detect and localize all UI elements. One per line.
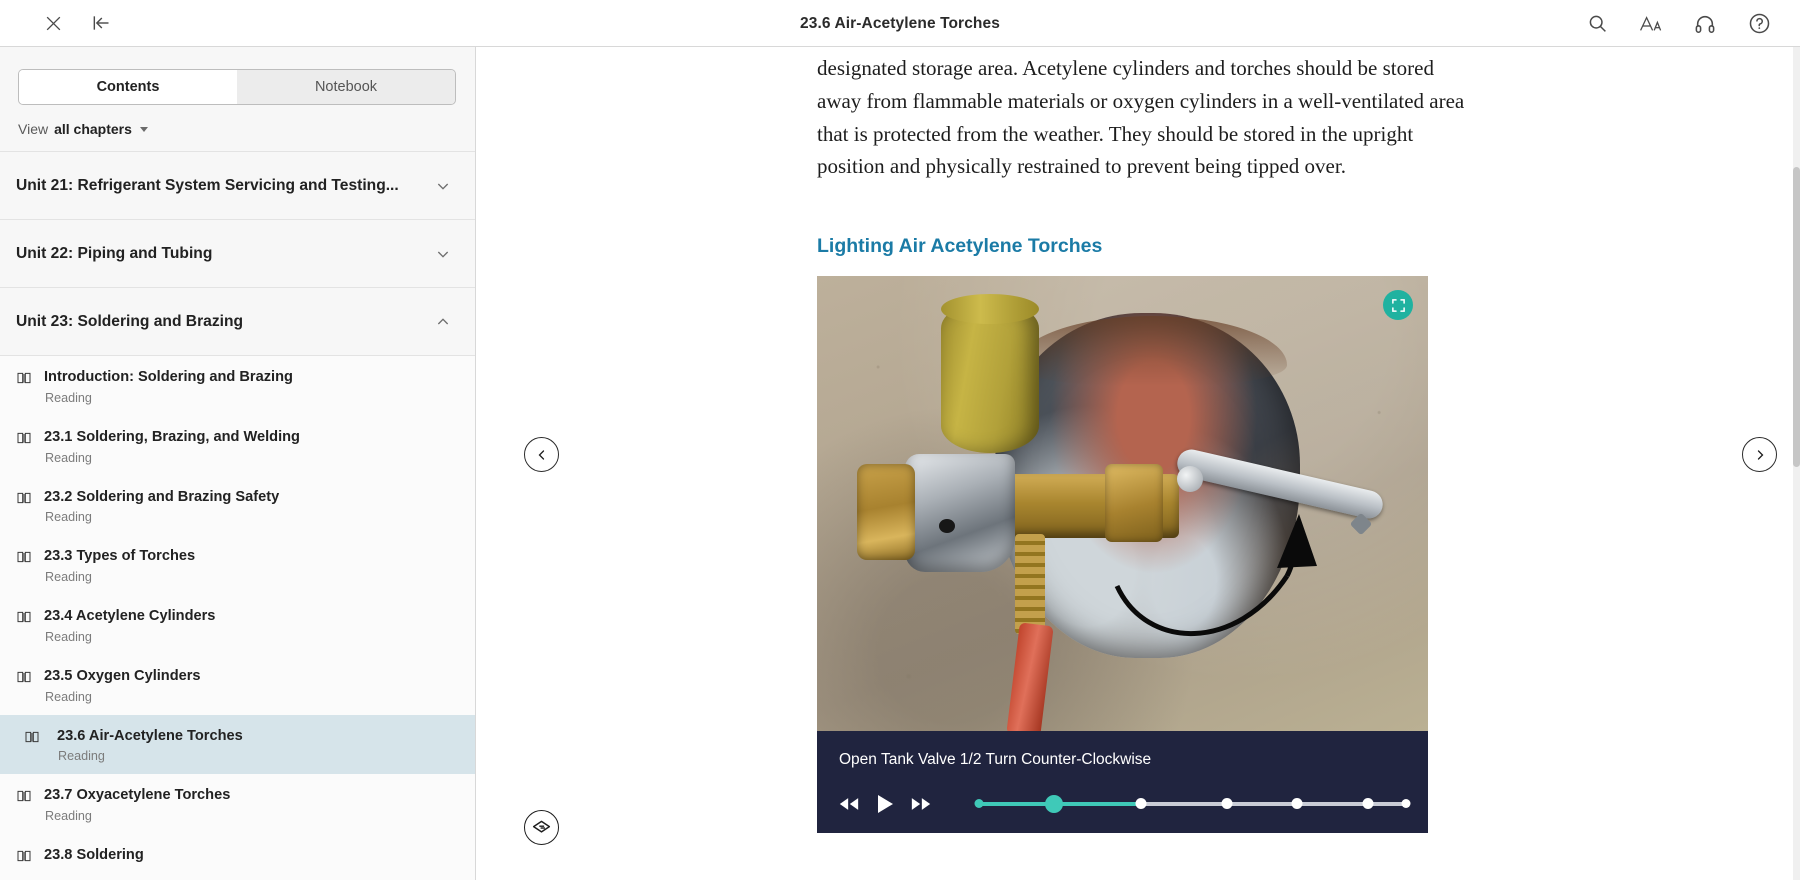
- player-caption: Open Tank Valve 1/2 Turn Counter-Clockwi…: [839, 751, 1152, 768]
- progress-slider[interactable]: [974, 795, 1411, 813]
- lesson-list: Introduction: Soldering and Brazing Read…: [0, 355, 475, 880]
- unit-title: Unit 22: Piping and Tubing: [16, 244, 213, 262]
- top-toolbar: 23.6 Air-Acetylene Torches: [0, 0, 1800, 47]
- text-size-icon[interactable]: [1634, 7, 1668, 41]
- lesson-title: 23.2 Soldering and Brazing Safety: [44, 488, 280, 505]
- slider-step-6[interactable]: [1362, 798, 1374, 809]
- media-block: Open Tank Valve 1/2 Turn Counter-Clockwi…: [817, 276, 1428, 833]
- lesson-type: Reading: [45, 450, 92, 465]
- lesson-type: Reading: [45, 390, 92, 405]
- lesson-type: Reading: [45, 570, 92, 585]
- chevron-down-icon[interactable]: [435, 178, 451, 194]
- next-page-button[interactable]: [1742, 437, 1777, 472]
- book-icon: [16, 549, 32, 570]
- fast-forward-icon[interactable]: [911, 797, 931, 811]
- play-icon[interactable]: [877, 795, 893, 813]
- list-item[interactable]: 23.3 Types of Torches Reading: [0, 535, 475, 595]
- lesson-title: 23.6 Air-Acetylene Torches: [57, 727, 243, 744]
- lesson-title: 23.3 Types of Torches: [44, 548, 196, 565]
- slider-step-3[interactable]: [1135, 798, 1147, 809]
- view-value[interactable]: all chapters: [54, 121, 132, 137]
- sidebar-tabs: Contents Notebook: [18, 69, 456, 105]
- search-icon[interactable]: [1580, 7, 1614, 41]
- list-item[interactable]: 23.2 Soldering and Brazing Safety Readin…: [0, 476, 475, 536]
- book-icon: [16, 430, 32, 451]
- list-item[interactable]: 23.7 Oxyacetylene Torches Reading: [0, 774, 475, 834]
- lesson-type: Reading: [58, 749, 105, 764]
- book-icon: [16, 490, 32, 511]
- slider-step-5[interactable]: [1291, 798, 1303, 809]
- list-item-selected[interactable]: 23.6 Air-Acetylene Torches Reading: [0, 714, 475, 775]
- section-heading: Lighting Air Acetylene Torches: [817, 235, 1103, 257]
- contents-sidebar: Contents Notebook View all chapters Unit…: [0, 47, 476, 880]
- lesson-title: 23.1 Soldering, Brazing, and Welding: [44, 428, 300, 445]
- list-item[interactable]: 23.5 Oxygen Cylinders Reading: [0, 655, 475, 715]
- sidebar-unit-22[interactable]: Unit 22: Piping and Tubing: [0, 219, 475, 287]
- lesson-title: 23.4 Acetylene Cylinders: [44, 608, 216, 625]
- chevron-up-icon[interactable]: [435, 314, 451, 330]
- slider-step-4[interactable]: [1221, 798, 1233, 809]
- lesson-title: 23.5 Oxygen Cylinders: [44, 667, 201, 684]
- slider-step-end[interactable]: [1401, 799, 1411, 808]
- book-icon: [16, 848, 32, 869]
- unit-title: Unit 21: Refrigerant System Servicing an…: [16, 176, 399, 194]
- sidebar-header: Contents Notebook: [0, 47, 475, 105]
- list-item[interactable]: 23.4 Acetylene Cylinders Reading: [0, 595, 475, 655]
- flashcards-icon[interactable]: [524, 810, 559, 845]
- list-item[interactable]: Introduction: Soldering and Brazing Read…: [0, 356, 475, 416]
- scrollbar-thumb[interactable]: [1793, 167, 1800, 467]
- sidebar-unit-23[interactable]: Unit 23: Soldering and Brazing: [0, 287, 475, 355]
- headphones-icon[interactable]: [1688, 7, 1722, 41]
- lesson-type: Reading: [45, 629, 92, 644]
- view-filter: View all chapters: [0, 105, 475, 151]
- main-content: designated storage area. Acetylene cylin…: [477, 47, 1793, 880]
- slider-knob[interactable]: [1044, 795, 1063, 813]
- collapse-panel-icon[interactable]: [84, 6, 118, 40]
- close-icon[interactable]: [36, 6, 70, 40]
- slider-step-1[interactable]: [974, 799, 984, 808]
- fullscreen-expand-icon[interactable]: [1383, 290, 1413, 320]
- previous-page-button[interactable]: [524, 437, 559, 472]
- list-item[interactable]: 23.1 Soldering, Brazing, and Welding Rea…: [0, 416, 475, 476]
- video-player-bar: Open Tank Valve 1/2 Turn Counter-Clockwi…: [817, 731, 1428, 833]
- rewind-icon[interactable]: [839, 797, 859, 811]
- book-icon: [16, 669, 32, 690]
- view-label: View: [18, 121, 49, 137]
- tab-contents[interactable]: Contents: [19, 70, 237, 104]
- page-title: 23.6 Air-Acetylene Torches: [800, 14, 1000, 32]
- body-paragraph: designated storage area. Acetylene cylin…: [817, 56, 1465, 179]
- lesson-type: Reading: [45, 809, 92, 824]
- help-icon[interactable]: [1742, 7, 1776, 41]
- player-controls: [839, 795, 1411, 813]
- list-item[interactable]: 23.8 Soldering: [0, 834, 475, 880]
- lesson-photo[interactable]: [817, 276, 1428, 731]
- rotation-arrow-annotation: [1114, 514, 1317, 636]
- sidebar-unit-21[interactable]: Unit 21: Refrigerant System Servicing an…: [0, 151, 475, 219]
- lesson-title: 23.7 Oxyacetylene Torches: [44, 787, 231, 804]
- book-icon: [16, 788, 32, 809]
- lesson-type: Reading: [45, 689, 92, 704]
- lesson-title: 23.8 Soldering: [44, 847, 144, 864]
- unit-title: Unit 23: Soldering and Brazing: [16, 312, 243, 330]
- page-scrollbar[interactable]: [1793, 47, 1800, 880]
- lesson-type: Reading: [45, 510, 92, 525]
- book-icon: [16, 609, 32, 630]
- chevron-down-icon[interactable]: [435, 246, 451, 262]
- lesson-title: Introduction: Soldering and Brazing: [44, 369, 293, 385]
- article: designated storage area. Acetylene cylin…: [817, 47, 1477, 833]
- chevron-down-icon[interactable]: [139, 126, 148, 132]
- book-icon: [24, 729, 40, 750]
- tab-notebook[interactable]: Notebook: [237, 70, 455, 104]
- book-icon: [16, 370, 32, 391]
